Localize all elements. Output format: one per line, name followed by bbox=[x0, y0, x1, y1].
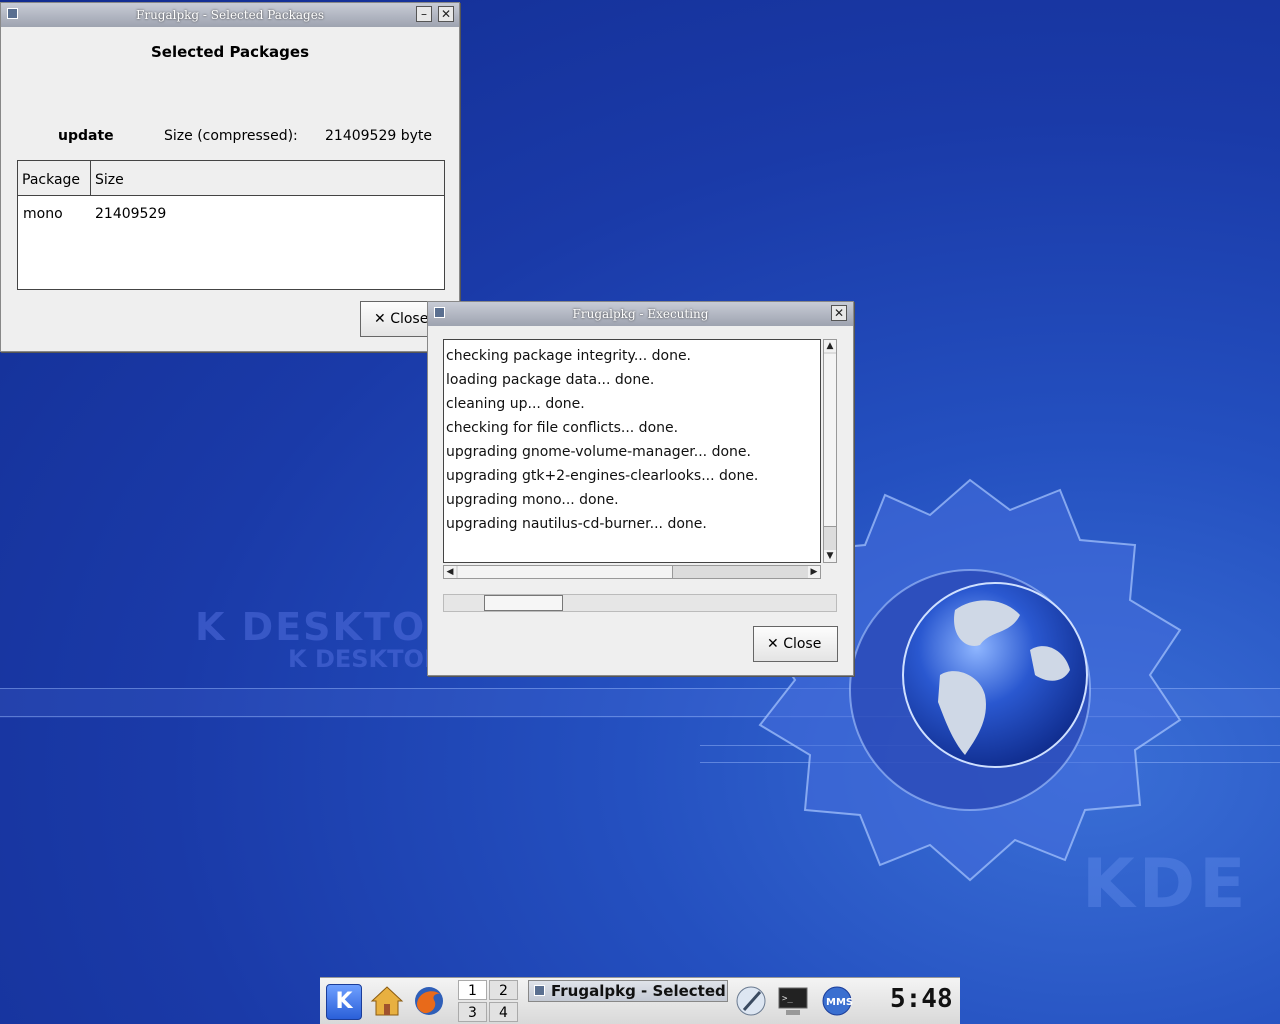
pager-desktop-3[interactable]: 3 bbox=[458, 1002, 487, 1022]
window-menu-icon[interactable] bbox=[434, 307, 445, 318]
minimize-button[interactable]: – bbox=[416, 6, 432, 22]
taskbar-entry-label: Frugalpkg - Selected bbox=[551, 982, 726, 1000]
executing-window: Frugalpkg - Executing ✕ checking package… bbox=[427, 301, 854, 676]
pager-desktop-2[interactable]: 2 bbox=[489, 980, 518, 1000]
column-header-package[interactable]: Package bbox=[18, 161, 91, 195]
executing-titlebar[interactable]: Frugalpkg - Executing ✕ bbox=[428, 302, 853, 326]
log-line: checking package integrity... done. bbox=[446, 348, 692, 364]
home-icon[interactable] bbox=[370, 984, 404, 1018]
cell-size: 21409529 bbox=[95, 206, 167, 222]
vertical-scroll-thumb[interactable] bbox=[824, 354, 836, 527]
log-line: loading package data... done. bbox=[446, 372, 655, 388]
wallpaper-text-small: K DESKTOP bbox=[288, 645, 442, 673]
firefox-icon[interactable] bbox=[412, 984, 446, 1018]
scroll-down-icon[interactable]: ▼ bbox=[824, 550, 836, 562]
scroll-up-icon[interactable]: ▲ bbox=[824, 340, 836, 352]
log-line: checking for file conflicts... done. bbox=[446, 420, 679, 436]
close-button-label: Close bbox=[390, 311, 429, 327]
desktop-pager: 1 2 3 4 bbox=[458, 980, 518, 1023]
size-label: Size (compressed): bbox=[164, 128, 298, 144]
mms-icon[interactable]: MMS bbox=[820, 984, 854, 1018]
selected-packages-window: Frugalpkg - Selected Packages – ✕ Select… bbox=[0, 2, 460, 352]
editor-icon[interactable] bbox=[734, 984, 768, 1018]
kde-menu-icon[interactable]: K bbox=[326, 984, 362, 1020]
output-log[interactable]: checking package integrity... done. load… bbox=[443, 339, 821, 563]
log-line: upgrading gtk+2-engines-clearlooks... do… bbox=[446, 468, 759, 484]
log-line: cleaning up... done. bbox=[446, 396, 585, 412]
window-title: Frugalpkg - Selected Packages bbox=[136, 8, 324, 22]
log-line: upgrading mono... done. bbox=[446, 492, 619, 508]
close-x-icon: ✕ bbox=[374, 311, 386, 327]
action-label: update bbox=[58, 128, 114, 144]
close-window-button[interactable]: ✕ bbox=[831, 305, 847, 321]
taskbar-entry[interactable]: Frugalpkg - Selected bbox=[528, 980, 728, 1002]
clock[interactable]: 5:48 bbox=[890, 984, 953, 1014]
log-line: upgrading nautilus-cd-burner... done. bbox=[446, 516, 707, 532]
progress-bar bbox=[443, 594, 837, 612]
wallpaper-text: K DESKTOP bbox=[195, 605, 457, 649]
desktop: K DESKTOP K DESKTOP KDE Frugalpkg - Sele… bbox=[0, 0, 1280, 1024]
column-header-size[interactable]: Size bbox=[91, 161, 444, 195]
taskbar: K 1 2 3 4 Frugalpkg - Selected >_ MMS 5:… bbox=[320, 977, 960, 1024]
pager-desktop-1[interactable]: 1 bbox=[458, 980, 487, 1000]
table-header: Package Size bbox=[18, 161, 444, 196]
scroll-right-icon[interactable]: ▶ bbox=[808, 566, 820, 578]
app-icon bbox=[534, 985, 545, 996]
window-menu-icon[interactable] bbox=[7, 8, 18, 19]
cell-package: mono bbox=[23, 206, 63, 222]
close-button[interactable]: ✕ Close bbox=[753, 626, 838, 662]
close-window-button[interactable]: ✕ bbox=[438, 6, 454, 22]
horizontal-scroll-thumb[interactable] bbox=[458, 566, 673, 578]
pager-desktop-4[interactable]: 4 bbox=[489, 1002, 518, 1022]
window-title: Frugalpkg - Executing bbox=[572, 307, 709, 321]
log-line: upgrading gnome-volume-manager... done. bbox=[446, 444, 751, 460]
close-button-label: Close bbox=[783, 636, 822, 652]
size-value: 21409529 byte bbox=[325, 128, 432, 144]
svg-text:MMS: MMS bbox=[826, 997, 853, 1008]
horizontal-scrollbar[interactable]: ◀ ▶ bbox=[443, 565, 821, 579]
close-x-icon: ✕ bbox=[767, 636, 779, 652]
scroll-left-icon[interactable]: ◀ bbox=[444, 566, 456, 578]
vertical-scrollbar[interactable]: ▲ ▼ bbox=[823, 339, 837, 563]
package-table: Package Size mono 21409529 bbox=[17, 160, 445, 290]
selected-packages-titlebar[interactable]: Frugalpkg - Selected Packages – ✕ bbox=[1, 3, 459, 27]
progress-indicator bbox=[484, 595, 563, 611]
svg-text:>_: >_ bbox=[782, 994, 793, 1004]
page-title: Selected Packages bbox=[150, 43, 310, 61]
terminal-icon[interactable]: >_ bbox=[776, 984, 810, 1018]
